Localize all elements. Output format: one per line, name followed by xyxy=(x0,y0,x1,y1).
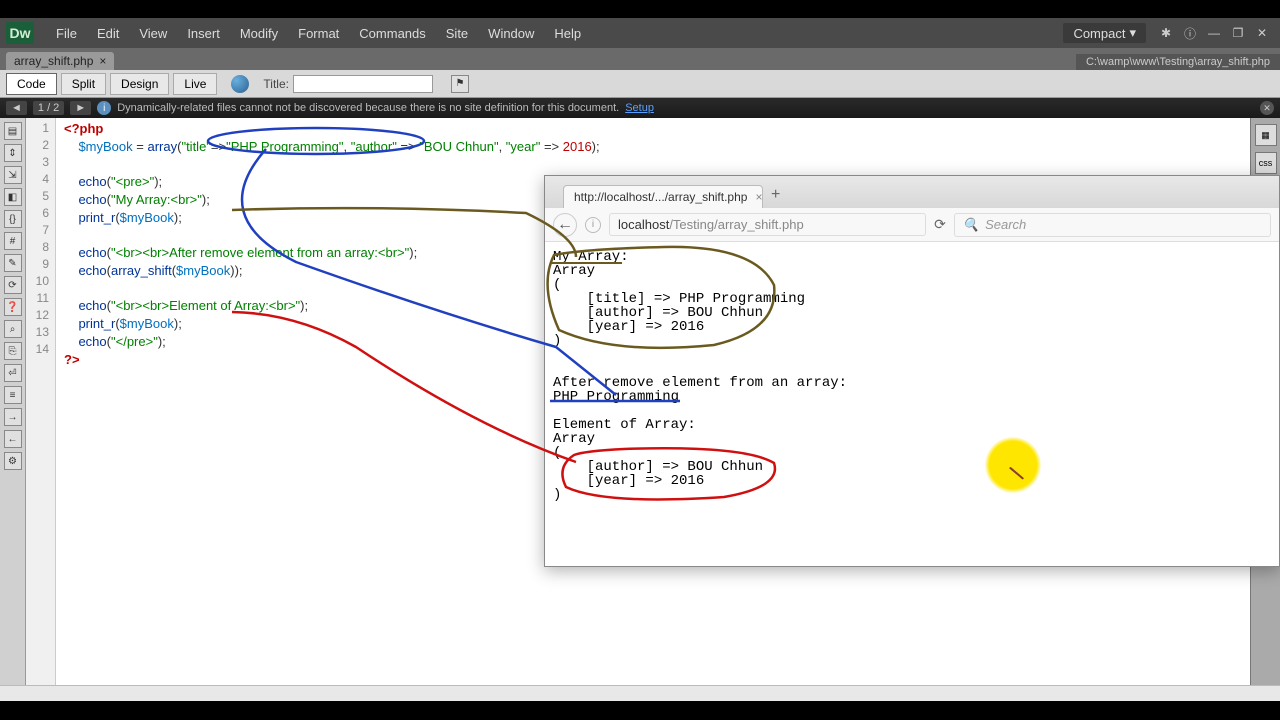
close-icon[interactable]: × xyxy=(99,54,106,68)
open-documents-icon[interactable]: ▤ xyxy=(4,122,22,140)
related-files-fwd[interactable]: ► xyxy=(70,101,91,115)
info-message: Dynamically-related files cannot not be … xyxy=(117,102,619,114)
horizontal-scrollbar[interactable] xyxy=(0,685,1280,701)
back-button[interactable]: ← xyxy=(553,213,577,237)
new-tab-button[interactable]: + xyxy=(763,182,788,208)
menu-file[interactable]: File xyxy=(46,26,87,41)
reload-button[interactable]: ⟳ xyxy=(934,216,946,233)
site-info-icon[interactable]: i xyxy=(585,217,601,233)
browser-address-bar: ← i localhost/Testing/array_shift.php ⟳ … xyxy=(545,208,1279,242)
related-files-nav: 1 / 2 xyxy=(33,101,64,115)
help-icon[interactable]: ⓘ xyxy=(1180,23,1200,43)
menu-help[interactable]: Help xyxy=(544,26,591,41)
maximize-icon[interactable]: ❐ xyxy=(1228,23,1248,43)
line-gutter: 1234567891011121314 xyxy=(26,118,56,685)
collapse-icon[interactable]: ⇕ xyxy=(4,144,22,162)
refresh-icon[interactable]: ⟳ xyxy=(4,276,22,294)
menu-modify[interactable]: Modify xyxy=(230,26,288,41)
balance-braces-icon[interactable]: {} xyxy=(4,210,22,228)
indent-icon[interactable]: → xyxy=(4,408,22,426)
code-nav-icon[interactable]: ⌕ xyxy=(4,320,22,338)
setup-link[interactable]: Setup xyxy=(625,102,654,114)
view-live-button[interactable]: Live xyxy=(173,73,217,95)
chevron-down-icon: ▾ xyxy=(1129,25,1136,41)
title-label: Title: xyxy=(263,77,289,91)
document-tab-label: array_shift.php xyxy=(14,54,93,68)
search-icon: 🔍 xyxy=(963,217,979,233)
cursor-highlight xyxy=(985,437,1041,493)
check-icon[interactable]: ⚑ xyxy=(451,75,469,93)
search-field[interactable]: 🔍 Search xyxy=(954,213,1271,237)
preview-browser-icon[interactable] xyxy=(231,75,249,93)
browser-viewport: My Array: Array ( [title] => PHP Program… xyxy=(545,242,1279,566)
coding-toolbar: ▤ ⇕ ⇲ ◧ {} # ✎ ⟳ ❓ ⌕ ⎘ ⏎ ≡ → ← ⚙ xyxy=(0,118,26,685)
workspace-layout[interactable]: Compact▾ xyxy=(1063,23,1146,43)
info-bar: ◄ 1 / 2 ► i Dynamically-related files ca… xyxy=(0,98,1280,118)
recent-snippets-icon[interactable]: ≡ xyxy=(4,386,22,404)
menu-view[interactable]: View xyxy=(129,26,177,41)
menu-site[interactable]: Site xyxy=(436,26,478,41)
minimize-icon[interactable]: — xyxy=(1204,23,1224,43)
close-icon[interactable]: × xyxy=(755,190,762,204)
menu-bar: Dw File Edit View Insert Modify Format C… xyxy=(0,18,1280,48)
browser-tab-bar: http://localhost/.../array_shift.php × + xyxy=(545,176,1279,208)
line-numbers-icon[interactable]: # xyxy=(4,232,22,250)
browser-tab[interactable]: http://localhost/.../array_shift.php × xyxy=(563,185,763,208)
document-tab[interactable]: array_shift.php × xyxy=(6,52,114,70)
info-icon: i xyxy=(97,101,111,115)
document-path: C:\wamp\www\Testing\array_shift.php xyxy=(1076,54,1280,70)
insert-panel-icon[interactable]: ▦ xyxy=(1255,124,1277,146)
app-logo: Dw xyxy=(6,22,34,44)
menu-window[interactable]: Window xyxy=(478,26,544,41)
expand-icon[interactable]: ⇲ xyxy=(4,166,22,184)
highlight-icon[interactable]: ✎ xyxy=(4,254,22,272)
search-placeholder: Search xyxy=(985,217,1026,232)
title-input[interactable] xyxy=(293,75,433,93)
close-icon[interactable]: ✕ xyxy=(1260,101,1274,115)
reference-icon[interactable]: ❓ xyxy=(4,298,22,316)
format-icon[interactable]: ⚙ xyxy=(4,452,22,470)
browser-tab-title: http://localhost/.../array_shift.php xyxy=(574,190,747,204)
view-split-button[interactable]: Split xyxy=(61,73,106,95)
outdent-icon[interactable]: ← xyxy=(4,430,22,448)
comment-icon[interactable]: ⎘ xyxy=(4,342,22,360)
menu-insert[interactable]: Insert xyxy=(177,26,230,41)
view-code-button[interactable]: Code xyxy=(6,73,57,95)
view-toolbar: Code Split Design Live Title: ⚑ xyxy=(0,70,1280,98)
css-panel-icon[interactable]: css xyxy=(1255,152,1277,174)
menu-edit[interactable]: Edit xyxy=(87,26,129,41)
close-icon[interactable]: ✕ xyxy=(1252,23,1272,43)
url-field[interactable]: localhost/Testing/array_shift.php xyxy=(609,213,926,236)
menu-format[interactable]: Format xyxy=(288,26,349,41)
wrap-tag-icon[interactable]: ⏎ xyxy=(4,364,22,382)
browser-window: http://localhost/.../array_shift.php × +… xyxy=(544,175,1280,567)
related-files-back[interactable]: ◄ xyxy=(6,101,27,115)
view-design-button[interactable]: Design xyxy=(110,73,169,95)
select-parent-icon[interactable]: ◧ xyxy=(4,188,22,206)
letterbox-top xyxy=(0,0,1280,18)
extension-icon[interactable]: ✱ xyxy=(1156,23,1176,43)
document-tab-bar: array_shift.php × C:\wamp\www\Testing\ar… xyxy=(0,48,1280,70)
menu-commands[interactable]: Commands xyxy=(349,26,435,41)
